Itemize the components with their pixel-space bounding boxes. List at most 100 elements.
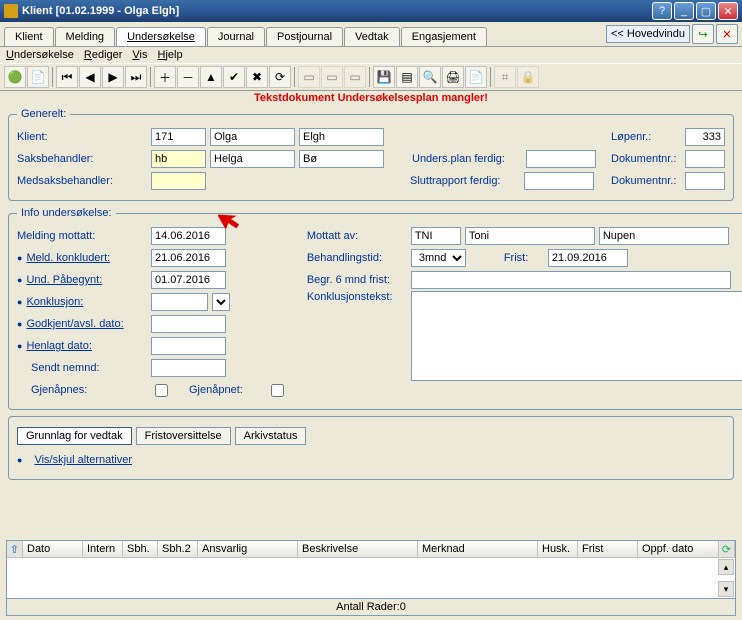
help-button[interactable]: ? bbox=[652, 2, 672, 20]
pabegynt-label[interactable]: Und. Påbegynt: bbox=[17, 274, 147, 286]
gjenapnes-label: Gjenåpnes: bbox=[17, 384, 147, 396]
col-oppfdato[interactable]: Oppf. dato bbox=[638, 541, 719, 557]
col-husk[interactable]: Husk. bbox=[538, 541, 578, 557]
cancel-icon[interactable]: ✖ bbox=[246, 66, 268, 88]
menu-undersokelse[interactable]: Undersøkelse bbox=[6, 49, 74, 61]
scroll-up-icon[interactable]: ▴ bbox=[718, 559, 734, 575]
klient-label: Klient: bbox=[17, 131, 147, 143]
refresh-icon[interactable]: ⟳ bbox=[269, 66, 291, 88]
konkludert-label[interactable]: Meld. konkludert: bbox=[17, 252, 147, 264]
lowtab-fristoversittelse[interactable]: Fristoversittelse bbox=[136, 427, 231, 445]
klient-etternavn-field[interactable] bbox=[299, 128, 384, 146]
toolbar: 🟢 📄 ⏮ ◀ ▶ ⏭ ＋ － ▲ ✔ ✖ ⟳ ▭ ▭ ▭ 💾 ▤ 🔍 🖨 📄 … bbox=[0, 63, 742, 91]
grid-refresh-icon[interactable]: ⟳ bbox=[719, 541, 735, 557]
konklusjon-field[interactable] bbox=[151, 293, 208, 311]
klient-fornavn-field[interactable] bbox=[210, 128, 295, 146]
frist-field[interactable] bbox=[548, 249, 628, 267]
tab-klient[interactable]: Klient bbox=[4, 27, 54, 46]
henlagt-field[interactable] bbox=[151, 337, 226, 355]
tab-postjournal[interactable]: Postjournal bbox=[266, 27, 343, 46]
saks-fornavn-field[interactable] bbox=[210, 150, 295, 168]
mottattav-etternavn-field[interactable] bbox=[599, 227, 729, 245]
lopenr-label: Løpenr.: bbox=[611, 131, 681, 143]
godkjent-field[interactable] bbox=[151, 315, 226, 333]
doc-icon[interactable]: 📄 bbox=[465, 66, 487, 88]
data-grid: ⇧ Dato Intern Sbh. Sbh.2 Ansvarlig Beskr… bbox=[6, 540, 736, 599]
gjenapnes-checkbox[interactable] bbox=[155, 384, 168, 397]
lowtab-grunnlag[interactable]: Grunnlag for vedtak bbox=[17, 427, 132, 445]
generelt-legend: Generelt: bbox=[17, 108, 70, 120]
sendt-field[interactable] bbox=[151, 359, 226, 377]
save-icon[interactable]: 💾 bbox=[373, 66, 395, 88]
gjenapnet-checkbox[interactable] bbox=[271, 384, 284, 397]
konklusjon-label[interactable]: Konklusjon: bbox=[17, 296, 147, 308]
tab-vedtak[interactable]: Vedtak bbox=[344, 27, 400, 46]
mottattav-fornavn-field[interactable] bbox=[465, 227, 595, 245]
prev-icon[interactable]: ◀ bbox=[79, 66, 101, 88]
dokumentnr2-field[interactable] bbox=[685, 172, 725, 190]
begr-field[interactable] bbox=[411, 271, 731, 289]
maximize-button[interactable]: ▢ bbox=[696, 2, 716, 20]
saks-code-field[interactable] bbox=[151, 150, 206, 168]
col-ansvarlig[interactable]: Ansvarlig bbox=[198, 541, 298, 557]
print-icon[interactable]: 🖨 bbox=[442, 66, 464, 88]
saks-etternavn-field[interactable] bbox=[299, 150, 384, 168]
menu-vis[interactable]: Vis bbox=[132, 49, 147, 61]
konklusjon-dropdown[interactable] bbox=[212, 293, 230, 311]
dokumentnr1-label: Dokumentnr.: bbox=[611, 153, 681, 165]
lowtab-arkivstatus[interactable]: Arkivstatus bbox=[235, 427, 307, 445]
add-icon[interactable]: ＋ bbox=[154, 66, 176, 88]
tab-melding[interactable]: Melding bbox=[55, 27, 116, 46]
col-sbh[interactable]: Sbh. bbox=[123, 541, 158, 557]
next-icon[interactable]: ▶ bbox=[102, 66, 124, 88]
warning-text: Tekstdokument Undersøkelsesplan mangler! bbox=[0, 91, 742, 104]
last-icon[interactable]: ⏭ bbox=[125, 66, 147, 88]
mottatt-field[interactable] bbox=[151, 227, 226, 245]
henlagt-label[interactable]: Henlagt dato: bbox=[17, 340, 147, 352]
mottattav-code-field[interactable] bbox=[411, 227, 461, 245]
tab-engasjement[interactable]: Engasjement bbox=[401, 27, 487, 46]
col-intern[interactable]: Intern bbox=[83, 541, 123, 557]
remove-icon[interactable]: － bbox=[177, 66, 199, 88]
lopenr-field[interactable] bbox=[685, 128, 725, 146]
godkjent-label[interactable]: Godkjent/avsl. dato: bbox=[17, 318, 147, 330]
arrow-right-icon[interactable]: ↪ bbox=[692, 24, 714, 44]
konkludert-field[interactable] bbox=[151, 249, 226, 267]
app-icon bbox=[4, 4, 18, 18]
form-icon[interactable]: ▤ bbox=[396, 66, 418, 88]
green-light-icon[interactable]: 🟢 bbox=[4, 66, 26, 88]
pabegynt-field[interactable] bbox=[151, 271, 226, 289]
close-button[interactable]: ✕ bbox=[718, 2, 738, 20]
minimize-button[interactable]: _ bbox=[674, 2, 694, 20]
behandlingstid-select[interactable]: 3mnd bbox=[411, 249, 466, 267]
stamp-icon: ⌗ bbox=[494, 66, 516, 88]
col-dato[interactable]: Dato bbox=[23, 541, 83, 557]
menu-rediger[interactable]: Rediger bbox=[84, 49, 123, 61]
sluttrapport-field[interactable] bbox=[524, 172, 594, 190]
col-merknad[interactable]: Merknad bbox=[418, 541, 538, 557]
accept-icon[interactable]: ✔ bbox=[223, 66, 245, 88]
col-frist[interactable]: Frist bbox=[578, 541, 638, 557]
tab-undersokelse[interactable]: Undersøkelse bbox=[116, 27, 206, 46]
medsaks-field[interactable] bbox=[151, 172, 206, 190]
gjenapnet-label: Gjenåpnet: bbox=[189, 384, 243, 396]
close-tab-icon[interactable]: ✕ bbox=[716, 24, 738, 44]
col-beskrivelse[interactable]: Beskrivelse bbox=[298, 541, 418, 557]
klient-id-field[interactable] bbox=[151, 128, 206, 146]
new-icon[interactable]: 📄 bbox=[27, 66, 49, 88]
menu-hjelp[interactable]: Hjelp bbox=[158, 49, 183, 61]
grid-nav-icon[interactable]: ⇧ bbox=[7, 541, 23, 557]
edit-icon[interactable]: ▲ bbox=[200, 66, 222, 88]
undersplan-field[interactable] bbox=[526, 150, 596, 168]
binoculars-icon[interactable]: 🔍 bbox=[419, 66, 441, 88]
vis-skjul-link[interactable]: Vis/skjul alternativer bbox=[30, 454, 132, 466]
dokumentnr1-field[interactable] bbox=[685, 150, 725, 168]
mottatt-label: Melding mottatt: bbox=[17, 230, 147, 242]
grid-header: ⇧ Dato Intern Sbh. Sbh.2 Ansvarlig Beskr… bbox=[7, 541, 735, 558]
col-sbh2[interactable]: Sbh.2 bbox=[158, 541, 198, 557]
tab-journal[interactable]: Journal bbox=[207, 27, 265, 46]
scroll-down-icon[interactable]: ▾ bbox=[718, 581, 734, 597]
konklusjonstekst-field[interactable] bbox=[411, 291, 742, 381]
hovedvindu-button[interactable]: << Hovedvindu bbox=[606, 25, 690, 43]
first-icon[interactable]: ⏮ bbox=[56, 66, 78, 88]
